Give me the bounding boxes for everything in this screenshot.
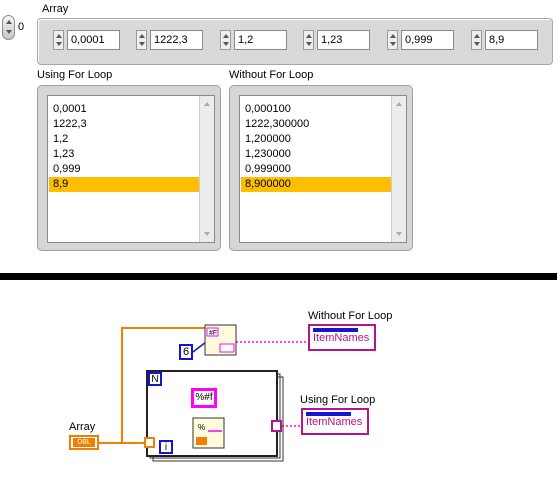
without-for-loop-itemnames-terminal[interactable]: ItemNames [308,324,376,351]
using-for-loop-terminal-label: Using For Loop [300,394,376,406]
terminal-property-name: ItemNames [306,416,363,428]
format-into-string-node[interactable]: % [192,417,225,449]
count-constant[interactable]: 6 [179,344,193,360]
format-string-constant[interactable]: %#f [191,388,217,408]
svg-text:#F: #F [209,330,217,337]
loop-count-terminal[interactable]: N [148,372,162,386]
array-terminal-label: Array [69,421,96,433]
using-for-loop-itemnames-terminal[interactable]: ItemNames [301,408,369,435]
without-for-loop-terminal-label: Without For Loop [308,310,393,322]
loop-iteration-terminal[interactable]: i [159,440,173,454]
dbl-type-label: DBL [73,438,95,447]
integer-wire[interactable] [192,341,207,353]
array-to-spreadsheet-string-node[interactable]: #F [204,324,237,356]
terminal-property-name: ItemNames [313,332,370,344]
svg-text:%: % [198,423,205,432]
input-tunnel[interactable] [144,437,155,448]
array-control-terminal[interactable]: DBL [69,435,99,450]
output-tunnel[interactable] [271,420,282,432]
block-diagram-wires: #F % [99,324,308,462]
